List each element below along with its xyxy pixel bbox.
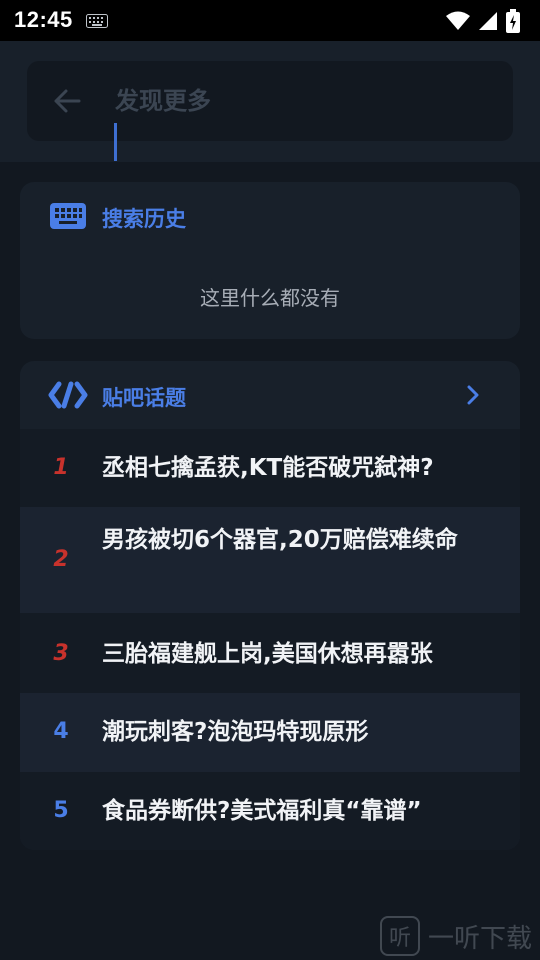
keyboard-status-icon [86,13,108,32]
tieba-topics-header[interactable]: 贴吧话题 [20,361,520,429]
topic-rank: 3 [53,641,69,666]
topic-row-5[interactable]: 5 食品券断供?美式福利真“靠谱” [20,772,520,850]
search-history-header: 搜索历史 [20,182,520,252]
back-arrow-icon[interactable] [51,85,83,117]
watermark-logo: 听 [380,916,420,956]
topic-text: 食品券断供?美式福利真“靠谱” [102,798,422,824]
search-box [27,61,513,141]
watermark: 听 一听下载 [380,916,532,956]
topic-text: 丞相七擒孟获,KT能否破咒弑神? [102,455,434,481]
search-history-card: 搜索历史 这里什么都没有 [20,182,520,339]
search-history-title: 搜索历史 [102,207,186,231]
keyboard-icon [50,203,86,233]
topic-text: 潮玩刺客?泡泡玛特现原形 [102,719,369,745]
status-time: 12:45 [14,7,73,32]
status-bar: 12:45 [0,0,540,41]
topic-text: 男孩被切6个器官,20万赔偿难续命 [102,527,458,553]
watermark-text: 一听下载 [428,923,533,954]
topic-list: 1 丞相七擒孟获,KT能否破咒弑神? 2 男孩被切6个器官,20万赔偿难续命 3… [20,429,520,850]
code-brackets-icon [48,381,88,413]
topic-row-4[interactable]: 4 潮玩刺客?泡泡玛特现原形 [20,693,520,772]
signal-icon [478,11,498,35]
topic-rank: 5 [53,798,69,823]
tieba-topics-card: 贴吧话题 1 丞相七擒孟获,KT能否破咒弑神? 2 男孩被切6个器官,20万赔偿… [20,361,520,850]
topic-row-3[interactable]: 3 三胎福建舰上岗,美国休想再嚣张 [20,613,520,693]
search-header [0,41,540,162]
topic-rank: 4 [53,719,69,744]
battery-icon [506,9,520,37]
topic-text: 三胎福建舰上岗,美国休想再嚣张 [102,641,433,667]
wifi-icon [446,11,470,35]
search-input[interactable] [115,81,495,121]
chevron-right-icon[interactable] [464,385,482,409]
text-caret [114,123,117,161]
topic-rank: 1 [53,455,69,480]
topic-row-2[interactable]: 2 男孩被切6个器官,20万赔偿难续命 [20,507,520,613]
topic-rank: 2 [53,547,69,572]
empty-history-text: 这里什么都没有 [200,286,340,310]
topic-row-1[interactable]: 1 丞相七擒孟获,KT能否破咒弑神? [20,429,520,507]
tieba-topics-title: 贴吧话题 [102,386,186,410]
